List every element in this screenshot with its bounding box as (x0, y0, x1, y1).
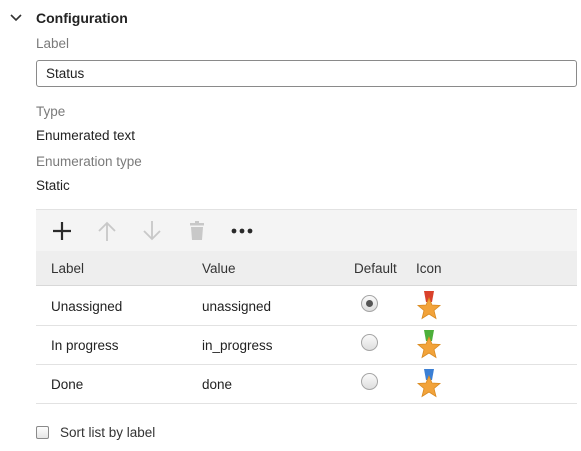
star-medal-green-icon[interactable] (416, 330, 442, 360)
sort-list-checkbox[interactable] (36, 426, 49, 439)
delete-value-button[interactable] (174, 210, 219, 252)
more-actions-button[interactable] (219, 210, 264, 252)
move-down-button[interactable] (129, 210, 174, 252)
type-value: Enumerated text (36, 128, 136, 143)
table-header: Label Value Default Icon (36, 251, 577, 286)
sort-list-option[interactable]: Sort list by label (36, 425, 155, 440)
column-header-icon[interactable]: Icon (416, 251, 442, 286)
row-label: In progress (51, 338, 119, 353)
star-medal-red-icon[interactable] (416, 291, 442, 321)
label-input[interactable] (36, 60, 577, 87)
row-value: unassigned (202, 299, 272, 314)
table-row[interactable]: In progress in_progress (36, 326, 577, 365)
default-radio[interactable] (361, 295, 378, 312)
more-icon (231, 228, 252, 233)
section-title: Configuration (36, 10, 128, 26)
chevron-down-icon[interactable] (8, 10, 24, 26)
arrow-up-icon (97, 221, 116, 241)
star-medal-blue-icon[interactable] (416, 369, 442, 399)
row-value: done (202, 377, 233, 392)
default-radio[interactable] (361, 373, 378, 390)
column-header-label[interactable]: Label (51, 251, 84, 286)
column-header-value[interactable]: Value (202, 251, 236, 286)
default-radio[interactable] (361, 334, 378, 351)
type-field-label: Type (36, 104, 66, 119)
column-header-default[interactable]: Default (354, 251, 397, 286)
label-field-label: Label (36, 36, 70, 51)
table-row[interactable]: Unassigned unassigned (36, 287, 577, 326)
move-up-button[interactable] (84, 210, 129, 252)
table-row[interactable]: Done done (36, 365, 577, 404)
arrow-down-icon (142, 220, 161, 240)
add-value-button[interactable] (39, 210, 84, 252)
row-label: Unassigned (51, 299, 123, 314)
configuration-section-header[interactable]: Configuration (8, 8, 128, 28)
enumeration-type-label: Enumeration type (36, 154, 142, 169)
row-value: in_progress (202, 338, 273, 353)
plus-icon (52, 221, 71, 240)
trash-icon (189, 220, 204, 240)
enumeration-type-value: Static (36, 178, 70, 193)
row-label: Done (51, 377, 84, 392)
enumeration-toolbar (36, 209, 577, 251)
sort-list-label[interactable]: Sort list by label (60, 425, 155, 440)
